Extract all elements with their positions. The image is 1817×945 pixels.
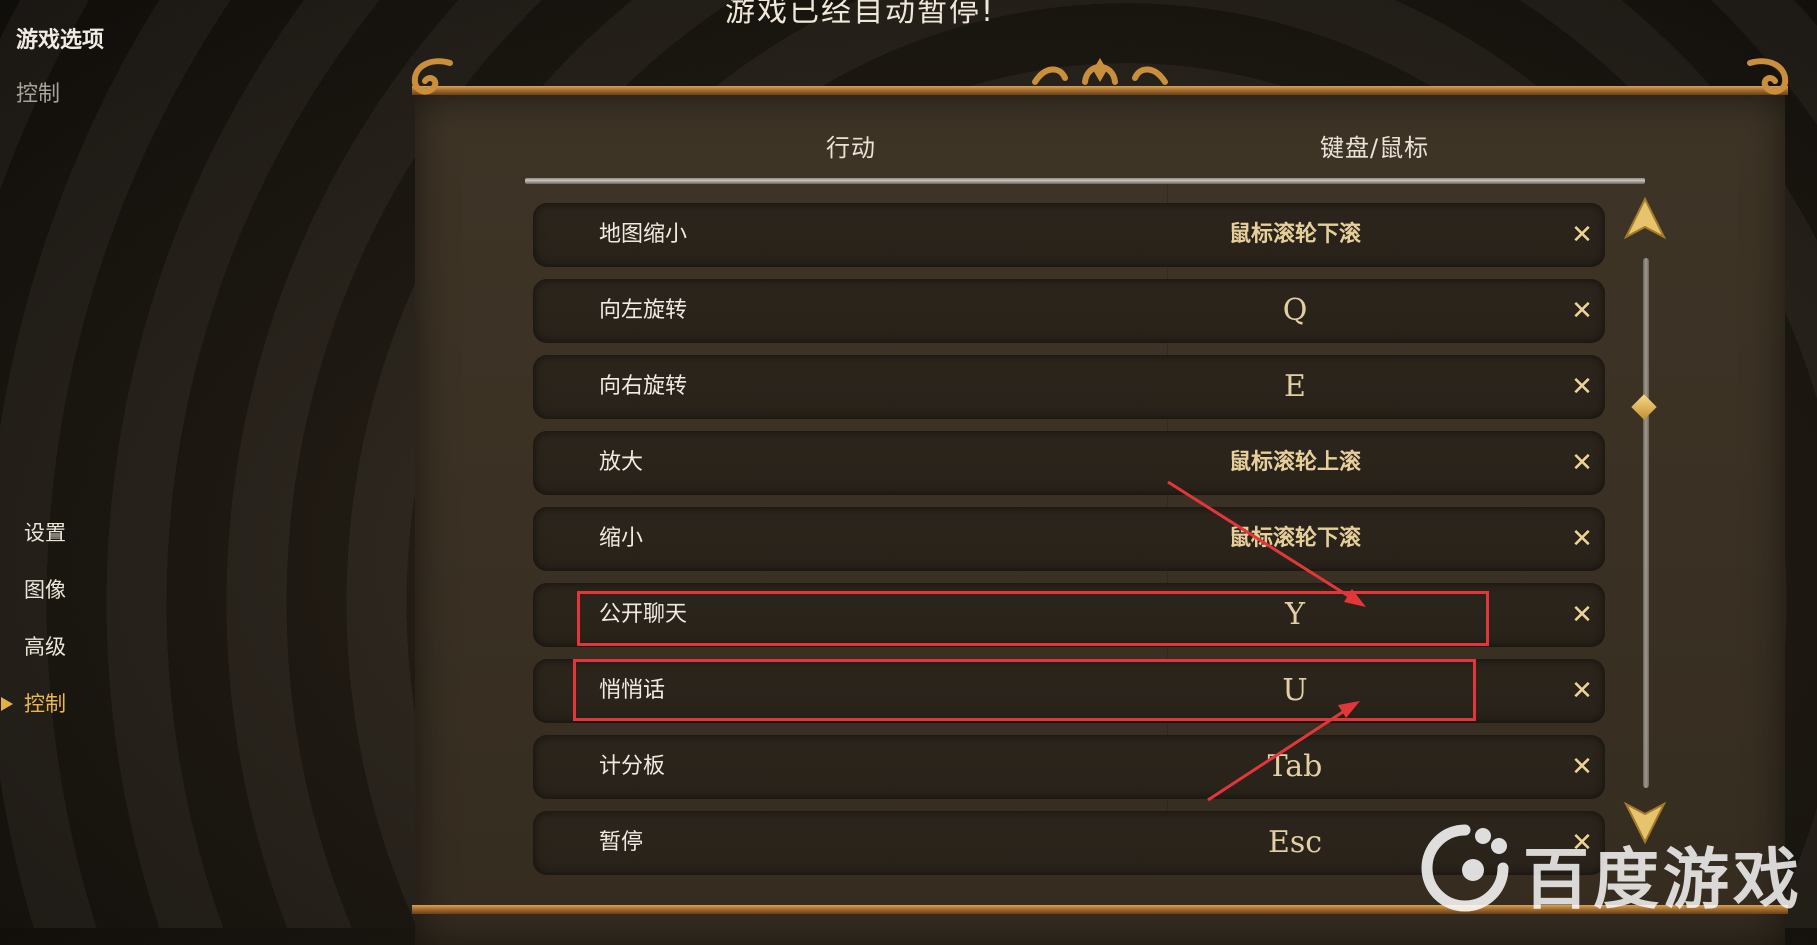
binding-button[interactable]: 鼠标滚轮下滚 bbox=[1130, 203, 1460, 267]
menu-item-label: 图像 bbox=[24, 578, 66, 602]
menu-item-label: 设置 bbox=[24, 521, 66, 545]
column-header-action: 行动 bbox=[826, 134, 876, 162]
scrollbar-track[interactable] bbox=[1643, 258, 1649, 788]
settings-menu: 设置 图像 高级 控制 bbox=[0, 515, 140, 743]
action-label: 暂停 bbox=[599, 830, 644, 855]
action-label: 向右旋转 bbox=[599, 374, 688, 399]
close-icon[interactable]: ✕ bbox=[1567, 752, 1597, 782]
crest-ornament-icon bbox=[1032, 58, 1168, 85]
baidu-logo-icon bbox=[1421, 824, 1509, 912]
binding-button[interactable]: Esc bbox=[1130, 811, 1460, 875]
header-divider bbox=[525, 178, 1645, 184]
annotation-box bbox=[577, 591, 1489, 646]
binding-button[interactable]: 鼠标滚轮下滚 bbox=[1130, 507, 1460, 571]
action-label: 地图缩小 bbox=[599, 222, 688, 247]
options-header: 游戏选项 控制 bbox=[16, 22, 104, 108]
action-label: 计分板 bbox=[599, 754, 666, 779]
keybind-row: 放大 鼠标滚轮上滚 ✕ bbox=[533, 431, 1605, 495]
menu-item-advanced[interactable]: 高级 bbox=[0, 629, 140, 686]
close-icon[interactable]: ✕ bbox=[1567, 524, 1597, 554]
column-header-binding: 键盘/鼠标 bbox=[1320, 134, 1430, 162]
keybind-row: 向左旋转 Q ✕ bbox=[533, 279, 1605, 343]
arrow-up-icon[interactable] bbox=[1622, 195, 1668, 241]
menu-item-controls[interactable]: 控制 bbox=[0, 686, 140, 743]
selected-marker-icon bbox=[1, 697, 13, 711]
close-icon[interactable]: ✕ bbox=[1567, 448, 1597, 478]
watermark: 百度游戏 bbox=[1415, 818, 1799, 918]
action-label: 缩小 bbox=[599, 526, 644, 551]
menu-item-settings[interactable]: 设置 bbox=[0, 515, 140, 572]
watermark-text: 百度游戏 bbox=[1523, 841, 1803, 918]
close-icon[interactable]: ✕ bbox=[1567, 296, 1597, 326]
close-icon[interactable]: ✕ bbox=[1567, 220, 1597, 250]
close-icon[interactable]: ✕ bbox=[1567, 600, 1597, 630]
binding-button[interactable]: E bbox=[1130, 355, 1460, 419]
binding-button[interactable]: 鼠标滚轮上滚 bbox=[1130, 431, 1460, 495]
close-icon[interactable]: ✕ bbox=[1567, 372, 1597, 402]
pause-message: 游戏已经自动暂停! bbox=[725, 0, 996, 29]
keybind-row: 地图缩小 鼠标滚轮下滚 ✕ bbox=[533, 203, 1605, 267]
menu-item-label: 高级 bbox=[24, 635, 66, 659]
action-label: 放大 bbox=[599, 450, 644, 475]
keybind-row: 计分板 Tab ✕ bbox=[533, 735, 1605, 799]
close-icon[interactable]: ✕ bbox=[1567, 676, 1597, 706]
scroll-ornament-icon bbox=[1747, 58, 1789, 95]
keybind-row: 缩小 鼠标滚轮下滚 ✕ bbox=[533, 507, 1605, 571]
options-title: 游戏选项 bbox=[16, 28, 105, 53]
annotation-box bbox=[573, 659, 1476, 721]
scroll-ornament-icon bbox=[411, 58, 453, 95]
menu-item-graphics[interactable]: 图像 bbox=[0, 572, 140, 629]
keybind-row: 向右旋转 E ✕ bbox=[533, 355, 1605, 419]
binding-button[interactable]: Q bbox=[1130, 279, 1460, 343]
action-label: 向左旋转 bbox=[599, 298, 688, 323]
binding-button[interactable]: Tab bbox=[1130, 735, 1460, 799]
keybind-list: 地图缩小 鼠标滚轮下滚 ✕ 向左旋转 Q ✕ 向右旋转 E ✕ 放大 鼠标滚轮上… bbox=[533, 203, 1605, 887]
options-subtitle: 控制 bbox=[16, 82, 61, 107]
menu-item-label: 控制 bbox=[24, 692, 66, 716]
